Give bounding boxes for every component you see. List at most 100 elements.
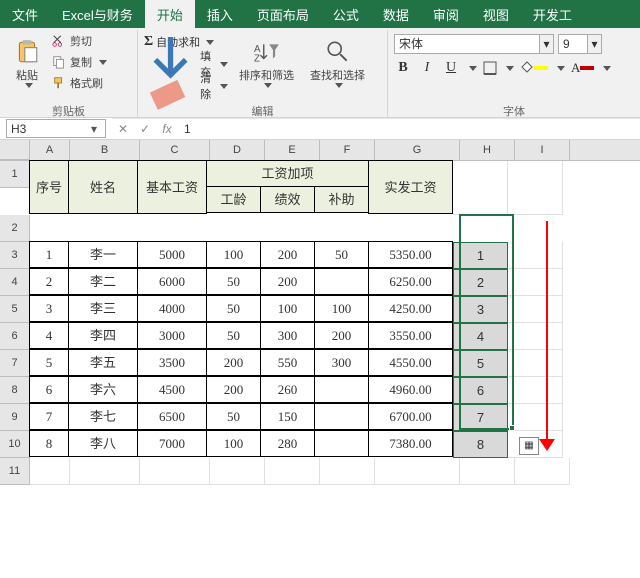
cell[interactable] bbox=[375, 458, 460, 485]
cell[interactable]: 6 bbox=[29, 376, 69, 403]
cell[interactable]: 序号 bbox=[29, 160, 69, 214]
cell[interactable]: 50 bbox=[206, 268, 261, 295]
cell[interactable]: 工资加项 bbox=[206, 160, 369, 187]
chevron-down-icon[interactable]: ▾ bbox=[539, 35, 553, 53]
cell[interactable]: 5000 bbox=[137, 241, 207, 268]
copy-button[interactable]: 复制 bbox=[52, 53, 107, 71]
fill-color-button[interactable] bbox=[520, 61, 548, 75]
chevron-down-icon[interactable]: ▾ bbox=[587, 35, 601, 53]
cell[interactable]: 50 bbox=[206, 403, 261, 430]
cell[interactable]: 100 bbox=[206, 241, 261, 268]
row-header[interactable]: 11 bbox=[0, 458, 30, 485]
cell[interactable]: 100 bbox=[260, 295, 315, 322]
underline-button[interactable]: U bbox=[442, 60, 460, 76]
cell[interactable]: 7000 bbox=[137, 430, 207, 457]
font-size-select[interactable]: 9▾ bbox=[558, 34, 602, 54]
cell[interactable]: 200 bbox=[260, 268, 315, 295]
cell[interactable]: 200 bbox=[206, 376, 261, 403]
cell[interactable] bbox=[453, 161, 508, 215]
cell[interactable]: 100 bbox=[314, 295, 369, 322]
cell[interactable] bbox=[30, 458, 70, 485]
cell[interactable]: 李四 bbox=[68, 322, 138, 349]
cell[interactable]: 300 bbox=[314, 349, 369, 376]
spreadsheet-grid[interactable]: ABCDEFGHI 1序号姓名基本工资工资加项工龄绩效补助实发工资231李一50… bbox=[0, 140, 640, 485]
bold-button[interactable]: B bbox=[394, 60, 412, 76]
menu-tab-5[interactable]: 公式 bbox=[321, 0, 371, 28]
column-header[interactable]: E bbox=[265, 140, 320, 160]
cut-button[interactable]: 剪切 bbox=[52, 32, 107, 50]
row-header[interactable]: 3 bbox=[0, 242, 30, 269]
cell[interactable] bbox=[508, 323, 563, 350]
column-header[interactable]: F bbox=[320, 140, 375, 160]
cell[interactable]: 李三 bbox=[68, 295, 138, 322]
cell[interactable]: 150 bbox=[260, 403, 315, 430]
cell[interactable]: 4250.00 bbox=[368, 295, 453, 322]
find-select-button[interactable]: 查找和选择 bbox=[305, 32, 370, 94]
cell[interactable]: 3 bbox=[29, 295, 69, 322]
cell[interactable]: 绩效 bbox=[260, 186, 315, 213]
cell[interactable]: 50 bbox=[314, 241, 369, 268]
row-header[interactable]: 7 bbox=[0, 350, 30, 377]
chevron-down-icon[interactable] bbox=[557, 66, 565, 71]
cell[interactable]: 6500 bbox=[137, 403, 207, 430]
row-header[interactable]: 9 bbox=[0, 404, 30, 431]
cell[interactable]: 8 bbox=[29, 430, 69, 457]
cell[interactable] bbox=[314, 268, 369, 295]
cell[interactable]: 3000 bbox=[137, 322, 207, 349]
border-button[interactable] bbox=[483, 61, 497, 75]
cell[interactable]: 5 bbox=[453, 350, 508, 377]
menu-tab-8[interactable]: 视图 bbox=[471, 0, 521, 28]
cell[interactable]: 姓名 bbox=[68, 160, 138, 214]
enter-formula-button[interactable]: ✓ bbox=[134, 122, 156, 136]
fx-button[interactable]: fx bbox=[156, 122, 178, 136]
chevron-down-icon[interactable]: ▾ bbox=[87, 120, 101, 137]
cell[interactable]: 7 bbox=[453, 404, 508, 431]
cell[interactable]: 李八 bbox=[68, 430, 138, 457]
cell[interactable] bbox=[460, 458, 515, 485]
column-header[interactable]: D bbox=[210, 140, 265, 160]
cell[interactable]: 4 bbox=[29, 322, 69, 349]
chevron-down-icon[interactable] bbox=[506, 66, 514, 71]
cell[interactable] bbox=[265, 458, 320, 485]
column-header[interactable]: H bbox=[460, 140, 515, 160]
cell[interactable]: 4550.00 bbox=[368, 349, 453, 376]
cell[interactable] bbox=[508, 404, 563, 431]
cell[interactable] bbox=[140, 458, 210, 485]
menu-tab-2[interactable]: 开始 bbox=[145, 0, 195, 28]
menu-tab-7[interactable]: 审阅 bbox=[421, 0, 471, 28]
cell[interactable] bbox=[508, 296, 563, 323]
cell[interactable]: 李七 bbox=[68, 403, 138, 430]
menu-tab-4[interactable]: 页面布局 bbox=[245, 0, 321, 28]
row-header[interactable]: 4 bbox=[0, 269, 30, 296]
cell[interactable]: 2 bbox=[453, 269, 508, 296]
chevron-down-icon[interactable] bbox=[603, 66, 611, 71]
column-header[interactable]: A bbox=[30, 140, 70, 160]
formula-input[interactable]: 1 bbox=[178, 119, 640, 139]
format-painter-button[interactable]: 格式刷 bbox=[52, 74, 107, 92]
cell[interactable]: 补助 bbox=[314, 186, 369, 213]
cell[interactable]: 李五 bbox=[68, 349, 138, 376]
cell[interactable]: 4000 bbox=[137, 295, 207, 322]
cell[interactable]: 4960.00 bbox=[368, 376, 453, 403]
cell[interactable]: 4 bbox=[453, 323, 508, 350]
cancel-formula-button[interactable]: ✕ bbox=[112, 122, 134, 136]
font-color-button[interactable]: A bbox=[571, 60, 594, 76]
chevron-down-icon[interactable] bbox=[469, 66, 477, 71]
menu-tab-3[interactable]: 插入 bbox=[195, 0, 245, 28]
column-header[interactable]: B bbox=[70, 140, 140, 160]
cell[interactable]: 工龄 bbox=[206, 186, 261, 213]
cell[interactable]: 3500 bbox=[137, 349, 207, 376]
cell[interactable]: 300 bbox=[260, 322, 315, 349]
cell[interactable]: 4500 bbox=[137, 376, 207, 403]
cell[interactable]: 6250.00 bbox=[368, 268, 453, 295]
cell[interactable]: 200 bbox=[314, 322, 369, 349]
cell[interactable]: 李六 bbox=[68, 376, 138, 403]
column-header[interactable]: C bbox=[140, 140, 210, 160]
cell[interactable]: 280 bbox=[260, 430, 315, 457]
cell[interactable] bbox=[314, 430, 369, 457]
cell[interactable] bbox=[314, 376, 369, 403]
menu-tab-0[interactable]: 文件 bbox=[0, 0, 50, 28]
cell[interactable]: 基本工资 bbox=[137, 160, 207, 214]
cell[interactable] bbox=[70, 458, 140, 485]
row-header[interactable]: 10 bbox=[0, 431, 30, 458]
